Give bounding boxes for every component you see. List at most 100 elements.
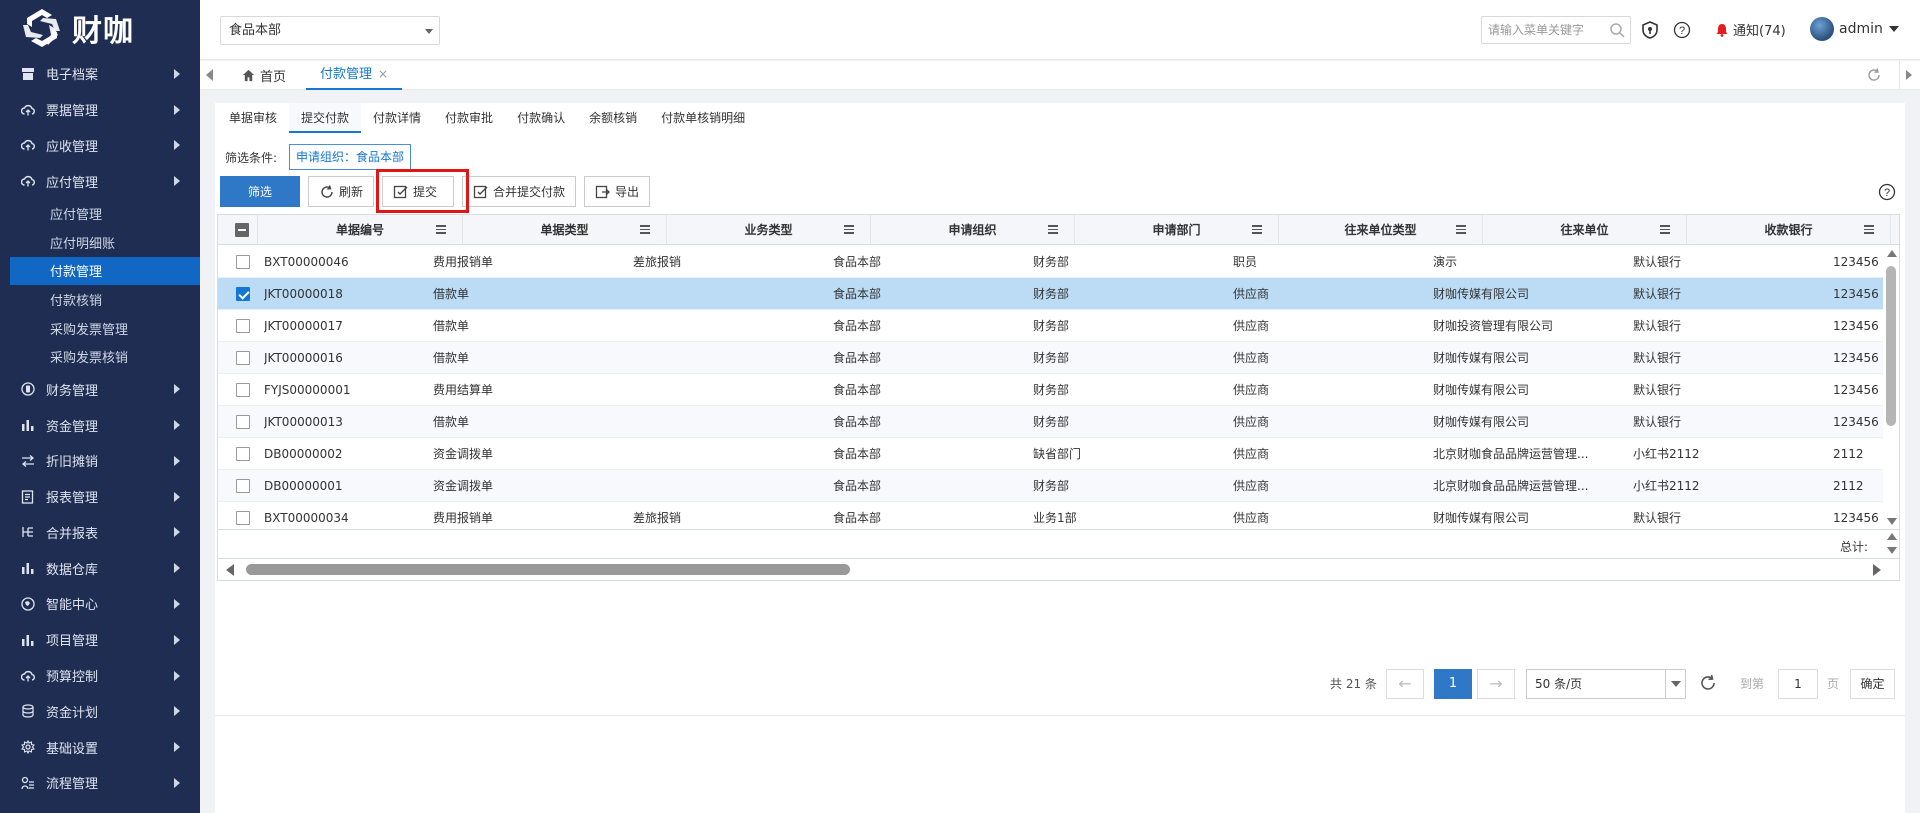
scroll-thumb[interactable] bbox=[246, 564, 850, 575]
scroll-down-icon[interactable] bbox=[1887, 547, 1897, 554]
column-menu-icon[interactable] bbox=[1252, 225, 1262, 234]
column-header-5[interactable]: 往来单位类型 bbox=[1279, 215, 1483, 245]
row-checkbox[interactable] bbox=[236, 383, 250, 397]
chevron-down-icon[interactable] bbox=[1665, 670, 1685, 698]
column-menu-icon[interactable] bbox=[1456, 225, 1466, 234]
row-checkbox[interactable] bbox=[236, 319, 250, 333]
sidebar-subitem-1[interactable]: 应付明细账 bbox=[0, 228, 200, 257]
row-checkbox[interactable] bbox=[236, 415, 250, 429]
sidebar-subitem-5[interactable]: 采购发票核销 bbox=[0, 343, 200, 372]
filter-chip-org[interactable]: 申请组织：食品本部 bbox=[289, 144, 412, 170]
row-checkbox[interactable] bbox=[236, 479, 250, 493]
menu-search-input[interactable]: 请输入菜单关键字 bbox=[1481, 16, 1631, 44]
sidebar-item-7[interactable]: 报表管理 bbox=[0, 479, 200, 515]
sidebar-item-14[interactable]: 基础设置 bbox=[0, 729, 200, 765]
subtab-4[interactable]: 付款确认 bbox=[505, 103, 577, 133]
sidebar-subitem-2[interactable]: 付款管理 bbox=[10, 256, 200, 286]
search-icon[interactable] bbox=[1609, 22, 1625, 38]
pager-goto-input[interactable]: 1 bbox=[1778, 669, 1818, 699]
notification-button[interactable]: 通知(74) bbox=[1715, 20, 1786, 39]
row-checkbox[interactable] bbox=[236, 447, 250, 461]
sidebar-item-3[interactable]: 应付管理 bbox=[0, 163, 200, 199]
sidebar-item-4[interactable]: 财务管理 bbox=[0, 371, 200, 407]
sidebar-item-5[interactable]: 资金管理 bbox=[0, 407, 200, 443]
sidebar-item-12[interactable]: 预算控制 bbox=[0, 658, 200, 694]
table-row[interactable]: JKT00000017 借款单 食品本部 财务部 供应商 财咖投资管理有限公司 默认银行 12… bbox=[218, 310, 1883, 342]
table-row[interactable]: JKT00000016 借款单 食品本部 财务部 供应商 财咖传媒有限公司 默认银行 1234… bbox=[218, 342, 1883, 374]
select-all-checkbox[interactable] bbox=[235, 223, 249, 237]
column-menu-icon[interactable] bbox=[1864, 225, 1874, 234]
pager-prev-button[interactable]: ← bbox=[1386, 669, 1424, 699]
help-icon[interactable]: ? bbox=[1673, 21, 1691, 39]
column-header-1[interactable]: 单据类型 bbox=[463, 215, 667, 245]
subtab-5[interactable]: 余额核销 bbox=[577, 103, 649, 133]
tab-home[interactable]: 首页 bbox=[242, 66, 286, 85]
sidebar-item-2[interactable]: 应收管理 bbox=[0, 128, 200, 164]
column-header-6[interactable]: 往来单位 bbox=[1483, 215, 1687, 245]
subtab-2[interactable]: 付款详情 bbox=[361, 103, 433, 133]
table-row[interactable]: JKT00000018 借款单 食品本部 财务部 供应商 财咖传媒有限公司 默认银行 1234… bbox=[218, 278, 1883, 310]
pager-current-page[interactable]: 1 bbox=[1434, 669, 1472, 699]
column-header-3[interactable]: 申请组织 bbox=[871, 215, 1075, 245]
sidebar-item-13[interactable]: 资金计划 bbox=[0, 693, 200, 729]
export-button[interactable]: 导出 bbox=[584, 176, 651, 207]
table-row[interactable]: BXT00000046 费用报销单 差旅报销 食品本部 财务部 职员 演示 默认银行 12345… bbox=[218, 246, 1883, 278]
filter-button[interactable]: 筛选 bbox=[220, 176, 300, 207]
row-checkbox[interactable] bbox=[236, 351, 250, 365]
scroll-thumb[interactable] bbox=[1886, 266, 1896, 426]
table-row[interactable]: JKT00000013 借款单 食品本部 财务部 供应商 财咖传媒有限公司 默认银行 1234… bbox=[218, 406, 1883, 438]
refresh-icon[interactable] bbox=[1866, 67, 1882, 83]
org-select[interactable]: 食品本部 bbox=[220, 16, 440, 45]
column-header-4[interactable]: 申请部门 bbox=[1075, 215, 1279, 245]
refresh-icon[interactable] bbox=[1699, 674, 1717, 692]
column-menu-icon[interactable] bbox=[1660, 225, 1670, 234]
grid-vertical-scrollbar[interactable] bbox=[1883, 246, 1899, 529]
table-row[interactable]: DB00000002 资金调拨单 食品本部 缺省部门 供应商 北京财咖食品品牌运营管理..… bbox=[218, 438, 1883, 470]
sidebar-item-15[interactable]: 流程管理 bbox=[0, 765, 200, 801]
sidebar-item-1[interactable]: 票据管理 bbox=[0, 92, 200, 128]
grid-horizontal-scrollbar[interactable] bbox=[217, 559, 1900, 581]
tab-payment-management[interactable]: 付款管理 × bbox=[306, 61, 403, 90]
sidebar-subitem-3[interactable]: 付款核销 bbox=[0, 285, 200, 314]
sidebar-item-9[interactable]: 数据仓库 bbox=[0, 550, 200, 586]
row-checkbox[interactable] bbox=[236, 287, 250, 301]
column-header-0[interactable]: 单据编号 bbox=[258, 215, 463, 245]
scroll-left-icon[interactable] bbox=[226, 564, 234, 576]
table-row[interactable]: BXT00000034 费用报销单 差旅报销 食品本部 业务1部 供应商 财咖传媒有限公司 默… bbox=[218, 502, 1883, 529]
pager-next-button[interactable]: → bbox=[1477, 669, 1515, 699]
sidebar-item-11[interactable]: 项目管理 bbox=[0, 622, 200, 658]
sidebar-subitem-0[interactable]: 应付管理 bbox=[0, 199, 200, 228]
tab-scroll-left-icon[interactable] bbox=[206, 69, 213, 81]
column-header-2[interactable]: 业务类型 bbox=[667, 215, 871, 245]
row-checkbox[interactable] bbox=[236, 255, 250, 269]
column-header-7[interactable]: 收款银行 bbox=[1687, 215, 1891, 245]
column-header-8[interactable]: 收 bbox=[1891, 215, 1899, 245]
merge-submit-button[interactable]: 合并提交付款 bbox=[462, 176, 577, 207]
header-select-all[interactable] bbox=[218, 215, 258, 245]
sidebar-item-8[interactable]: 合并报表 bbox=[0, 515, 200, 551]
subtab-6[interactable]: 付款单核销明细 bbox=[649, 103, 757, 133]
help-icon[interactable]: ? bbox=[1878, 183, 1896, 201]
table-row[interactable]: DB00000001 资金调拨单 食品本部 财务部 供应商 北京财咖食品品牌运营管理...… bbox=[218, 470, 1883, 502]
subtab-1[interactable]: 提交付款 bbox=[289, 103, 362, 133]
scroll-down-icon[interactable] bbox=[1887, 518, 1897, 525]
shield-icon[interactable] bbox=[1641, 21, 1659, 39]
user-menu[interactable]: admin bbox=[1810, 17, 1899, 41]
tab-scroll-right-icon[interactable] bbox=[1899, 61, 1920, 90]
sidebar-item-0[interactable]: 电子档案 bbox=[0, 56, 200, 92]
scroll-right-icon[interactable] bbox=[1873, 564, 1881, 576]
table-row[interactable]: FYJS00000001 费用结算单 食品本部 财务部 供应商 财咖传媒有限公司 默认银行 1… bbox=[218, 374, 1883, 406]
close-icon[interactable]: × bbox=[378, 67, 388, 81]
column-menu-icon[interactable] bbox=[844, 225, 854, 234]
column-menu-icon[interactable] bbox=[436, 225, 446, 234]
sidebar-subitem-4[interactable]: 采购发票管理 bbox=[0, 314, 200, 343]
subtab-3[interactable]: 付款审批 bbox=[433, 103, 505, 133]
refresh-button[interactable]: 刷新 bbox=[308, 176, 375, 207]
page-size-select[interactable]: 50 条/页 bbox=[1526, 669, 1686, 699]
subtab-0[interactable]: 单据审核 bbox=[217, 103, 289, 133]
scroll-up-icon[interactable] bbox=[1887, 533, 1897, 540]
sidebar-item-6[interactable]: 折旧摊销 bbox=[0, 443, 200, 479]
sidebar-item-10[interactable]: 智能中心 bbox=[0, 586, 200, 622]
column-menu-icon[interactable] bbox=[1048, 225, 1058, 234]
row-checkbox[interactable] bbox=[236, 511, 250, 525]
